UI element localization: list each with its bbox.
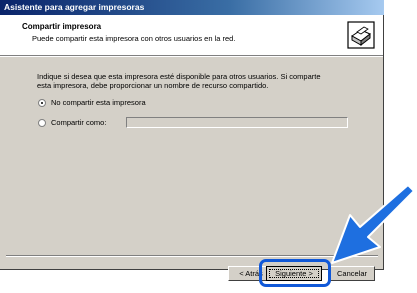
instructions-line-1: Indique si desea que esta impresora esté…: [37, 72, 321, 81]
radio-share-as-label: Compartir como:: [51, 118, 107, 127]
header-divider: [0, 56, 383, 57]
window-title: Asistente para agregar impresoras: [0, 0, 384, 15]
radio-no-share-label: No compartir esta impresora: [51, 98, 146, 107]
radio-button-selected[interactable]: [38, 98, 46, 107]
wizard-header: Compartir impresora Puede compartir esta…: [0, 15, 383, 56]
radio-share-as[interactable]: Compartir como:: [38, 118, 106, 127]
pointer-arrow-icon: [331, 185, 415, 264]
radio-button-unselected[interactable]: [38, 118, 46, 127]
share-name-input[interactable]: [126, 117, 348, 128]
radio-no-share[interactable]: No compartir esta impresora: [38, 98, 146, 107]
printer-icon: [347, 21, 375, 49]
instructions-text: Indique si desea que esta impresora esté…: [37, 72, 337, 90]
instructions-line-2: esta impresora, debe proporcionar un nom…: [37, 81, 269, 90]
header-title: Compartir impresora: [22, 22, 102, 31]
header-description: Puede compartir esta impresora con otros…: [32, 34, 236, 43]
